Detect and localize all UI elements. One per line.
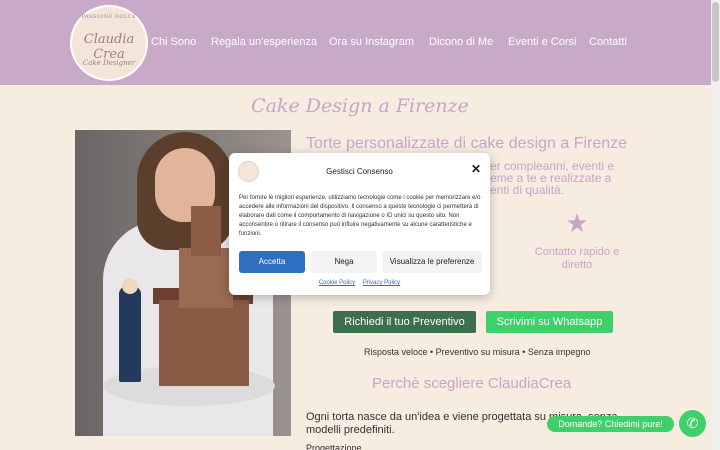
cookie-policy-link[interactable]: Cookie Policy <box>319 280 355 286</box>
logo-tagline: PASSIONE DOLCE <box>81 14 137 20</box>
scrollbar-thumb[interactable] <box>712 2 719 82</box>
star-icon: ★ <box>565 208 589 238</box>
hero-heading: Torte personalizzate di cake design a Fi… <box>306 135 628 152</box>
nav-contatti[interactable]: Contatti <box>589 36 627 48</box>
accept-button[interactable]: Accetta <box>239 251 305 273</box>
privacy-policy-link[interactable]: Privacy Policy <box>363 280 400 286</box>
whatsapp-icon[interactable]: ✆ <box>679 410 706 437</box>
site-logo[interactable]: PASSIONE DOLCE Claudia Crea Cake Designe… <box>70 5 148 81</box>
nav-chi-sono[interactable]: Chi Sono <box>151 36 196 48</box>
deny-button[interactable]: Nega <box>311 251 377 273</box>
nav-regala-esperienza[interactable]: Regala un'esperienza <box>211 36 317 48</box>
page-scrollbar[interactable] <box>711 0 720 450</box>
logo-name: Claudia Crea <box>83 32 135 62</box>
consent-title: Gestisci Consenso <box>326 167 393 176</box>
close-icon[interactable]: ✕ <box>470 163 482 175</box>
why-heading: Perchè scegliere ClaudiaCrea <box>372 375 572 392</box>
hero-description: er compleanni, eventi e eme a te e reali… <box>490 159 615 197</box>
preferences-button[interactable]: Visualizza le preferenze <box>382 251 482 273</box>
consent-dialog: Gestisci Consenso ✕ Per fornire le migli… <box>229 153 490 295</box>
logo-subtitle: Cake Designer <box>82 59 136 67</box>
cta-note: Risposta veloce • Preventivo su misura •… <box>364 347 591 357</box>
whatsapp-button[interactable]: Scrivimi su Whatsapp <box>486 311 613 333</box>
nav-instagram[interactable]: Ora su Instagram <box>329 36 414 48</box>
why-bullet: Progettazione dedicata <box>306 443 362 450</box>
nav-dicono-di-me[interactable]: Dicono di Me <box>429 36 493 48</box>
chat-bubble[interactable]: Domande? Chiedimi pure! <box>547 416 674 432</box>
nav-eventi-corsi[interactable]: Eventi e Corsi <box>508 36 576 48</box>
preventivo-button[interactable]: Richiedi il tuo Preventivo <box>333 311 476 333</box>
feature-contatto-label: Contatto rapido e diretto <box>534 246 620 271</box>
page-title: Cake Design a Firenze <box>251 95 469 117</box>
consent-links: Cookie Policy Privacy Policy <box>229 280 490 286</box>
consent-body: Per fornire le migliori esperienze, util… <box>239 195 481 237</box>
site-header: PASSIONE DOLCE Claudia Crea Cake Designe… <box>0 0 711 85</box>
